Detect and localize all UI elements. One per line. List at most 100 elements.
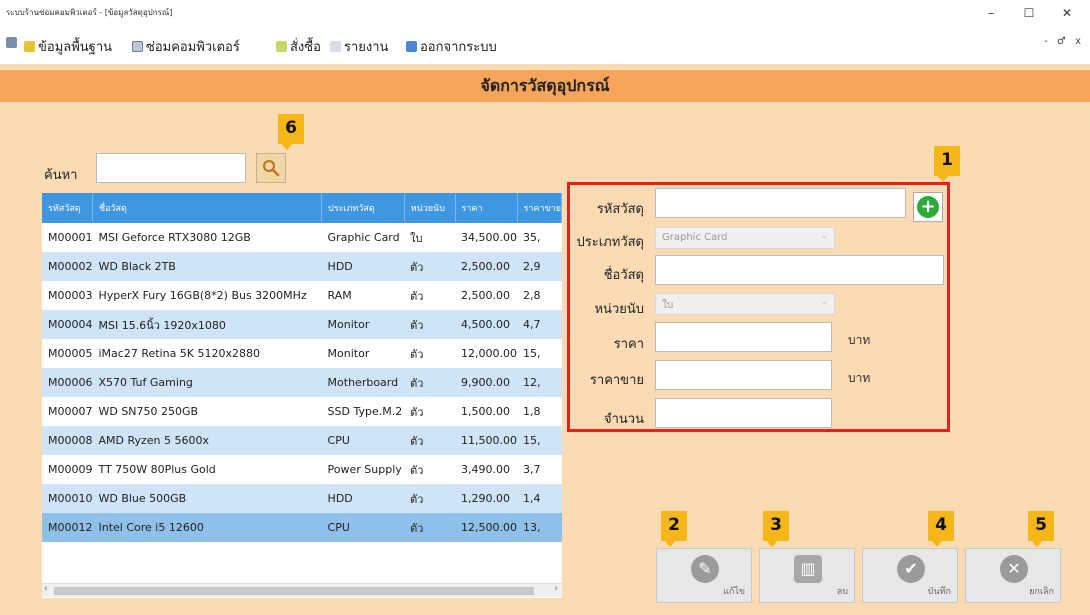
callout-badge-5: 5 [1028,511,1054,547]
cell-code: M00003 [42,281,93,310]
name-field[interactable] [655,255,944,285]
chevron-down-icon: ⌄ [820,297,828,307]
column-header-type[interactable]: ประเภทวัสดุ [321,193,405,223]
cell-price: 34,500.00 [455,223,518,252]
column-header-unit[interactable]: หน่วยนับ [404,193,456,223]
maximize-button[interactable]: ☐ [1010,4,1048,22]
cell-type: Monitor [321,310,405,339]
table-row[interactable]: M00003 HyperX Fury 16GB(8*2) Bus 3200MHz R… [42,281,562,310]
callout-badge-3: 3 [763,511,789,547]
cell-type: CPU [321,513,405,542]
scroll-right-icon[interactable]: › [554,584,558,594]
cell-name: iMac27 Retina 5K 5120x2880 [92,339,322,368]
table-row[interactable]: M00007 WD SN750 250GB SSD Type.M.2 ตัว 1,500… [42,397,562,426]
check-icon: ✔ [897,555,925,583]
type-label: ประเภทวัสดุ [576,235,644,250]
cell-code: M00001 [42,223,93,252]
cell-type: Motherboard [321,368,405,397]
cell-sell-price: 15, [517,426,562,455]
cart-icon [276,41,287,52]
menu-item-order[interactable]: สั่งซื้อ [276,36,321,57]
cell-code: M00012 [42,513,93,542]
cell-code: M00007 [42,397,93,426]
cell-type: HDD [321,252,405,281]
menu-item-report[interactable]: รายงาน [330,36,388,57]
table-row[interactable]: M00002 WD Black 2TB HDD ตัว 2,500.00 2,9 [42,252,562,281]
table-row[interactable]: M00009 TT 750W 80Plus Gold Power Supply ตัว… [42,455,562,484]
app-window: ระบบร้านซ่อมคอมพิวเตอร์ - [ข้อมูลวัสดุอุ… [0,0,1090,615]
delete-button[interactable]: ▥ ลบ [759,548,855,603]
callout-badge-4: 4 [928,511,954,547]
cell-name: HyperX Fury 16GB(8*2) Bus 3200MHz [92,281,322,310]
page-header: จัดการวัสดุอุปกรณ์ [0,70,1090,102]
edit-button[interactable]: ✎ แก้ไข [656,548,752,603]
app-menu-icon[interactable] [6,36,20,51]
menu-item-basic-data[interactable]: ข้อมูลพื้นฐาน [24,36,112,57]
cell-code: M00004 [42,310,93,339]
scroll-left-icon[interactable]: ‹ [44,584,48,594]
column-header-code[interactable]: รหัสวัสดุ [42,193,93,223]
minimize-button[interactable]: – [972,4,1010,22]
grid-header-row: รหัสวัสดุ ชื่อวัสดุ ประเภทวัสดุ หน่วยนับ… [42,193,562,223]
quantity-label: จำนวน [604,412,644,427]
search-button[interactable] [256,153,286,183]
unit-select[interactable]: ใบ ⌄ [655,293,835,315]
sell-price-field[interactable] [655,360,832,390]
cell-unit: ตัว [404,455,456,484]
materials-grid[interactable]: รหัสวัสดุ ชื่อวัสดุ ประเภทวัสดุ หน่วยนับ… [42,193,562,598]
title-bar: ระบบร้านซ่อมคอมพิวเตอร์ - [ข้อมูลวัสดุอุ… [0,0,1090,32]
cell-unit: ตัว [404,339,456,368]
code-field[interactable] [655,188,906,218]
cell-price: 12,500.00 [455,513,518,542]
database-icon [24,41,35,52]
table-row[interactable]: M00005 iMac27 Retina 5K 5120x2880 Monitor ต… [42,339,562,368]
table-row[interactable]: M00010 WD Blue 500GB HDD ตัว 1,290.00 1,4 [42,484,562,513]
price-field[interactable] [655,322,832,352]
menu-item-logout[interactable]: ออกจากระบบ [406,36,497,57]
cell-unit: ตัว [404,368,456,397]
cell-price: 12,000.00 [455,339,518,368]
table-row[interactable]: M00006 X570 Tuf Gaming Motherboard ตัว 9,900… [42,368,562,397]
quantity-field[interactable] [655,398,832,428]
horizontal-scrollbar[interactable]: ‹ › [42,583,562,597]
computer-icon [132,41,143,52]
cell-price: 11,500.00 [455,426,518,455]
save-button[interactable]: ✔ บันทึก [862,548,958,603]
cell-unit: ตัว [404,426,456,455]
close-button[interactable]: ✕ [1048,4,1086,22]
cell-type: SSD Type.M.2 [321,397,405,426]
cell-type: RAM [321,281,405,310]
cancel-button[interactable]: ✕ ยกเลิก [965,548,1061,603]
cell-sell-price: 13, [517,513,562,542]
column-header-price[interactable]: ราคา [455,193,518,223]
table-row[interactable]: M00001 MSI Geforce RTX3080 12GB Graphic Ca… [42,223,562,252]
cell-code: M00009 [42,455,93,484]
menu-item-repair[interactable]: ซ่อมคอมพิวเตอร์ [132,36,240,57]
table-row[interactable]: M00004 MSI 15.6นิ้ว 1920x1080 Monitor ตัว 4,… [42,310,562,339]
cell-code: M00002 [42,252,93,281]
cell-unit: ตัว [404,484,456,513]
scrollbar-thumb[interactable] [54,587,534,595]
cell-type: Monitor [321,339,405,368]
cell-price: 2,500.00 [455,281,518,310]
code-label: รหัสวัสดุ [596,202,644,217]
type-select[interactable]: Graphic Card ⌄ [655,227,835,249]
mdi-controls[interactable]: - ♂ x [1044,36,1084,47]
cell-unit: ตัว [404,513,456,542]
cell-unit: ใบ [404,223,456,252]
cancel-button-label: ยกเลิก [1029,587,1054,597]
column-header-name[interactable]: ชื่อวัสดุ [92,193,323,223]
search-input[interactable] [96,153,246,183]
cell-name: X570 Tuf Gaming [92,368,322,397]
chevron-down-icon: ⌄ [820,231,828,241]
menu-bar: ข้อมูลพื้นฐาน ซ่อมคอมพิวเตอร์ สั่งซื้อ ร… [0,32,1090,58]
cell-sell-price: 3,7 [517,455,562,484]
cell-unit: ตัว [404,281,456,310]
add-code-button[interactable]: + [913,192,943,222]
unit-label: หน่วยนับ [594,302,644,317]
callout-badge-1: 1 [934,146,960,182]
callout-badge-2: 2 [661,511,687,547]
table-row[interactable]: M00012 Intel Core i5 12600 CPU ตัว 12,500.00… [42,513,562,542]
cell-price: 1,290.00 [455,484,518,513]
table-row[interactable]: M00008 AMD Ryzen 5 5600x CPU ตัว 11,500.00 15… [42,426,562,455]
